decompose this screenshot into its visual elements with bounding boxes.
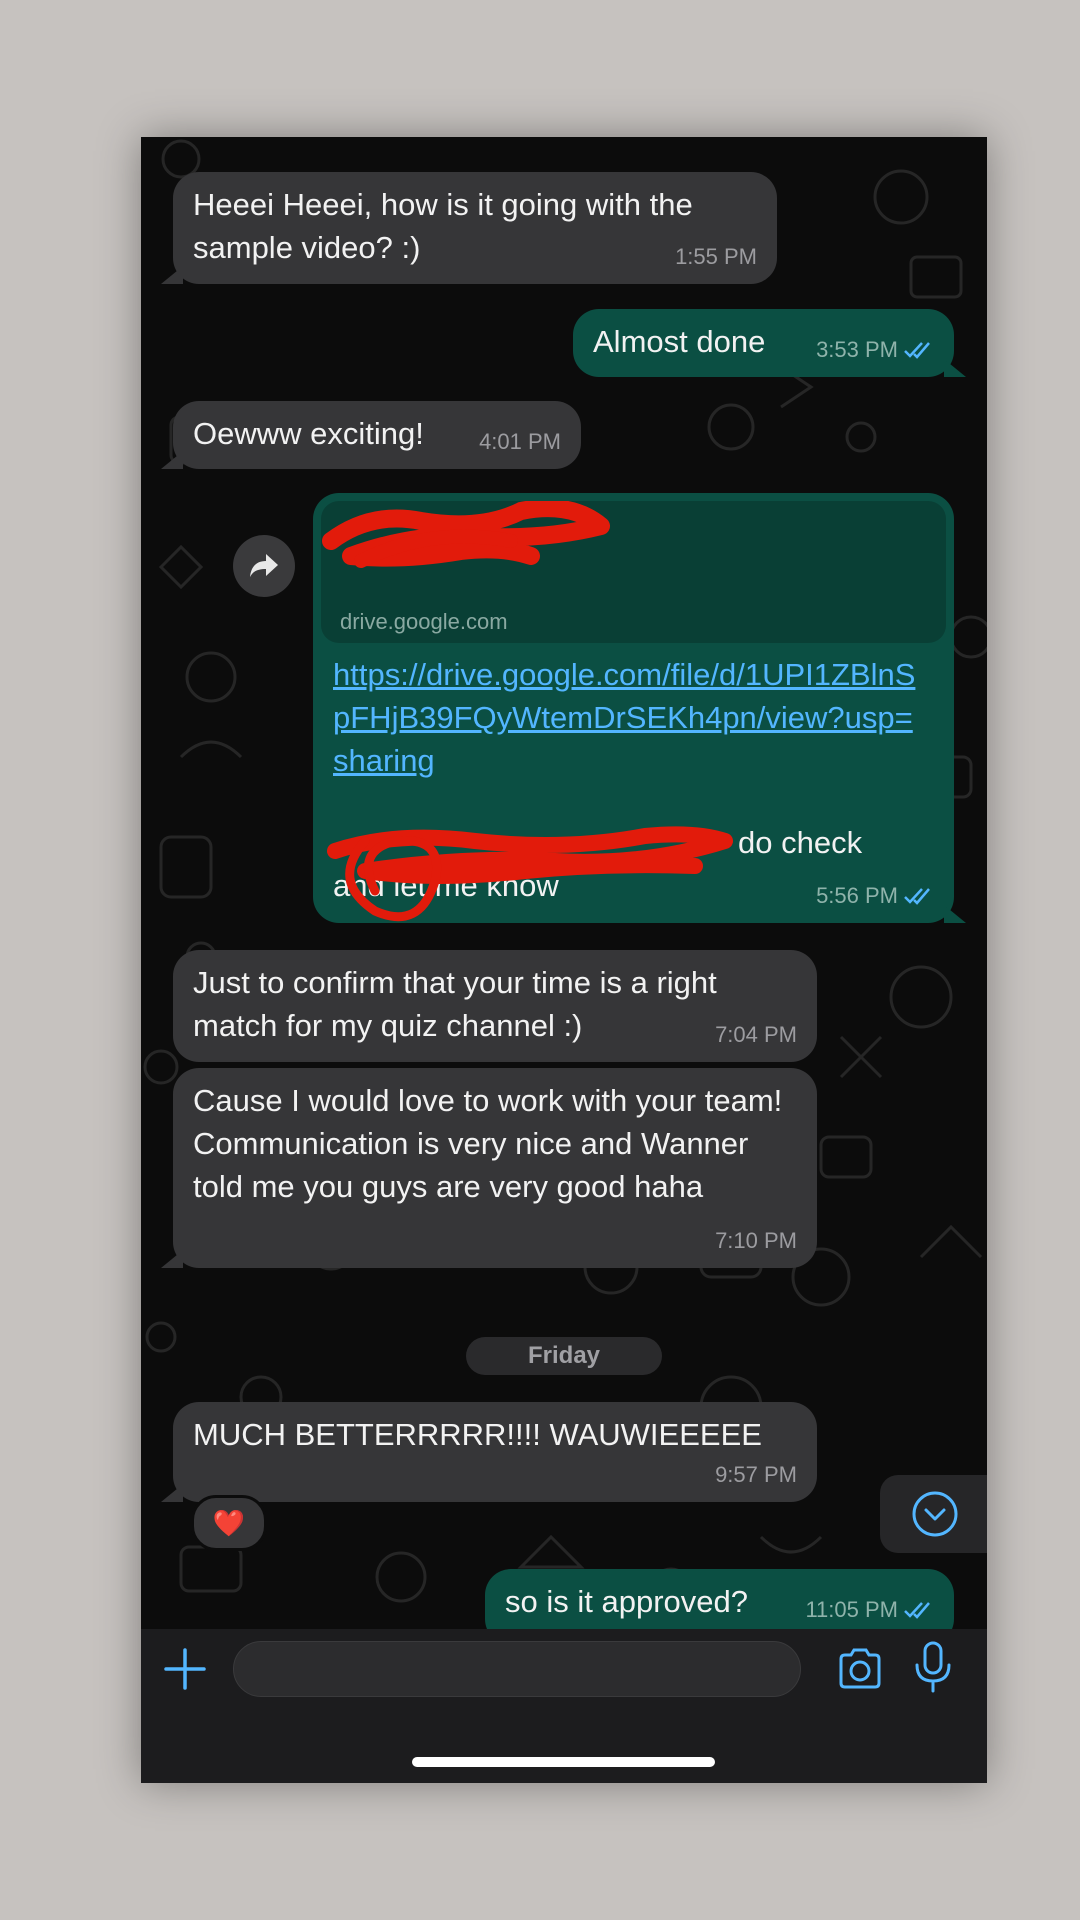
message-time: 3:53 PM <box>816 337 898 362</box>
home-indicator <box>412 1757 715 1767</box>
date-separator: Friday <box>466 1337 662 1375</box>
message-link[interactable]: https://drive.google.com/file/d/1UPI1ZBl… <box>333 653 923 782</box>
message-time: 7:04 PM <box>715 1022 797 1047</box>
message-time: 5:56 PM <box>816 883 898 908</box>
heart-reaction[interactable]: ❤️ <box>191 1495 267 1551</box>
outgoing-link-message[interactable]: drive.google.com https://drive.google.co… <box>313 493 966 923</box>
outgoing-message[interactable]: Almost done 3:53 PM <box>573 309 966 377</box>
outgoing-message[interactable]: so is it approved? 11:05 PM <box>485 1569 966 1629</box>
phone-screen: Heeei Heeei, how is it going with the sa… <box>141 137 987 1783</box>
message-time: 7:10 PM <box>715 1228 797 1253</box>
message-input[interactable] <box>233 1641 801 1697</box>
scroll-to-bottom-button[interactable] <box>880 1475 987 1553</box>
chevron-down-icon <box>912 1491 958 1537</box>
message-time: 1:55 PM <box>675 244 757 269</box>
forward-icon <box>250 554 278 577</box>
redaction-scribble <box>322 501 610 568</box>
message-time: 9:57 PM <box>715 1462 797 1487</box>
message-time: 4:01 PM <box>479 429 561 454</box>
message-time: 11:05 PM <box>805 1597 898 1622</box>
message-text: Heeei Heeei, how is it going with the sa… <box>193 187 702 265</box>
incoming-message[interactable]: Oewww exciting! 4:01 PM <box>161 401 581 469</box>
double-check-icon <box>904 341 934 359</box>
message-text: Just to confirm that your time is a righ… <box>193 965 726 1043</box>
double-check-icon <box>904 887 934 905</box>
link-domain: drive.google.com <box>340 609 508 634</box>
message-text: Cause I would love to work with your tea… <box>193 1083 791 1204</box>
incoming-message[interactable]: Cause I would love to work with your tea… <box>161 1068 817 1268</box>
plus-icon[interactable] <box>163 1647 207 1691</box>
chat-area[interactable]: Heeei Heeei, how is it going with the sa… <box>141 137 987 1629</box>
link-preview[interactable]: drive.google.com <box>321 501 946 643</box>
forward-button[interactable] <box>233 535 295 597</box>
message-text: MUCH BETTERRRRR!!!! WAUWIEEEEE <box>193 1417 762 1452</box>
microphone-icon[interactable] <box>913 1641 953 1693</box>
double-check-icon <box>904 1601 934 1619</box>
composer-bar <box>141 1629 987 1783</box>
incoming-message[interactable]: Just to confirm that your time is a righ… <box>173 950 817 1062</box>
redaction-scribble <box>327 826 733 922</box>
incoming-message[interactable]: MUCH BETTERRRRR!!!! WAUWIEEEEE 9:57 PM <box>161 1402 817 1502</box>
incoming-message[interactable]: Heeei Heeei, how is it going with the sa… <box>161 172 777 284</box>
camera-icon[interactable] <box>837 1647 883 1691</box>
